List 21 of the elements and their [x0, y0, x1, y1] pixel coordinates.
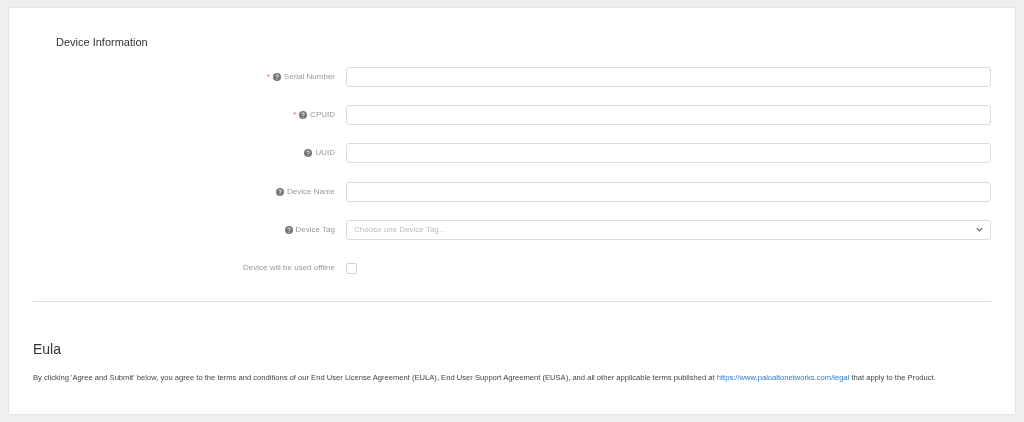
- help-icon[interactable]: [272, 72, 281, 81]
- field-label: Device Name: [287, 185, 335, 198]
- required-asterisk: *: [266, 70, 270, 83]
- input-field[interactable]: [346, 66, 991, 87]
- field-label: UUID: [315, 147, 335, 160]
- field-label: Serial Number: [283, 70, 335, 83]
- eula-title: Eula: [33, 341, 63, 359]
- help-icon[interactable]: [284, 225, 293, 234]
- input-field[interactable]: [346, 143, 991, 164]
- input-field[interactable]: [346, 104, 991, 125]
- field-label: Device Tag: [295, 223, 335, 236]
- field-label: Device will be used offline: [243, 262, 335, 275]
- checkbox[interactable]: [346, 262, 357, 274]
- help-icon[interactable]: [276, 187, 284, 196]
- input-field[interactable]: [346, 181, 991, 202]
- help-icon[interactable]: [304, 149, 313, 158]
- help-icon[interactable]: [299, 110, 308, 119]
- section-title: Device Information: [56, 35, 149, 50]
- required-asterisk: *: [293, 108, 297, 121]
- field-label: CPUID: [310, 108, 335, 121]
- chevron-down-icon: [976, 227, 983, 233]
